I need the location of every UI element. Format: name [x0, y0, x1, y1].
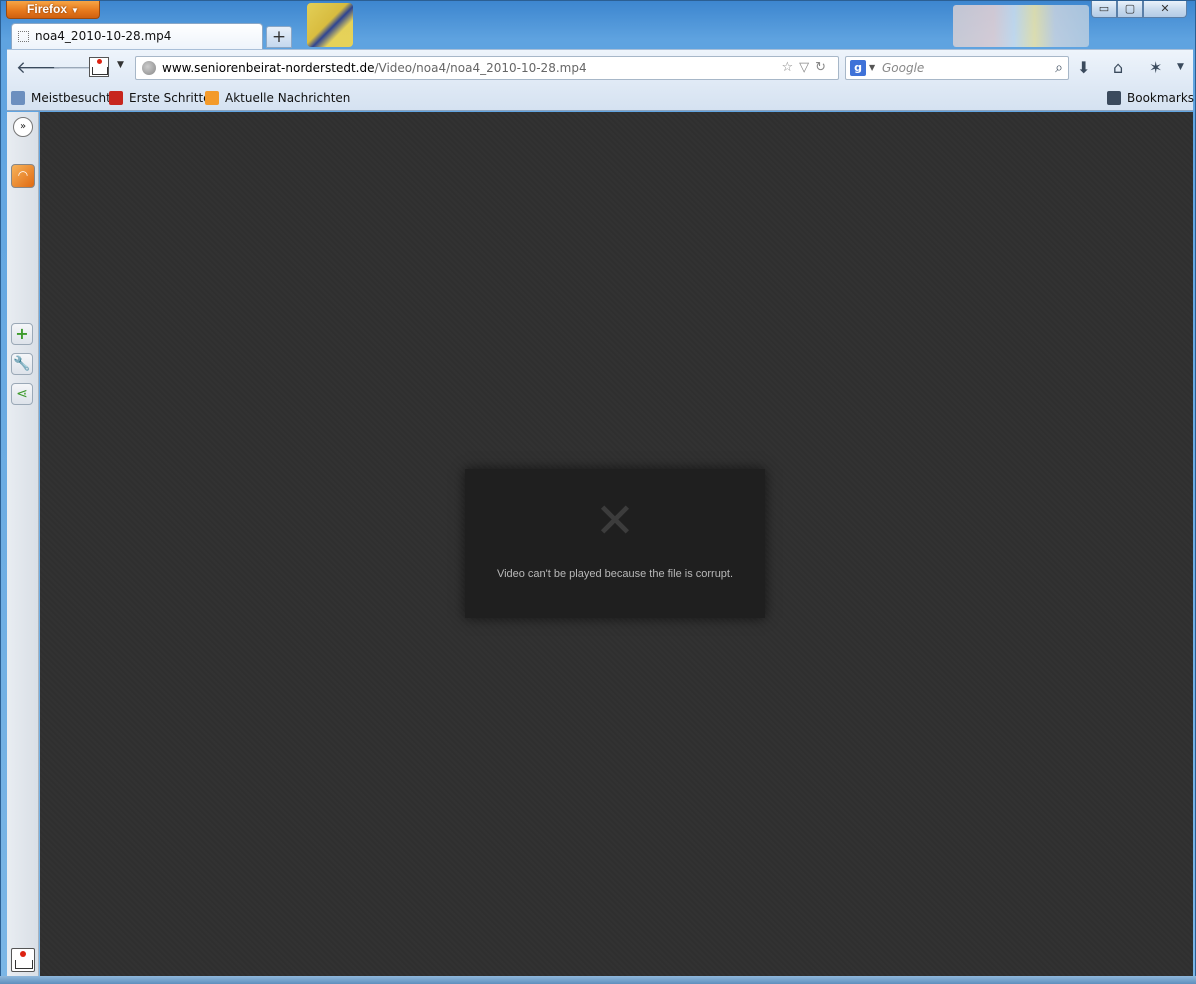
firefox-menu-label: Firefox [27, 2, 68, 16]
bookmark-label: Aktuelle Nachrichten [225, 91, 351, 105]
bookmark-news[interactable]: Aktuelle Nachrichten [205, 85, 350, 111]
error-message: Video can't be played because the file i… [496, 568, 734, 580]
search-engine-caret-icon[interactable]: ▼ [869, 57, 875, 79]
tab-strip: noa4_2010-10-28.mp4 + [7, 23, 1193, 49]
history-dropdown-icon[interactable]: ▼ [117, 60, 124, 70]
bookmark-most-visited[interactable]: Meistbesucht [11, 85, 111, 111]
url-host: www.seniorenbeirat-norderstedt.de [162, 61, 375, 75]
home-icon[interactable]: ⌂ [1113, 58, 1123, 77]
error-x-icon: ✕ [594, 493, 636, 549]
video-content-area: ✕ Video can't be played because the file… [40, 112, 1193, 977]
menu-caret-icon[interactable]: ▼ [1177, 62, 1184, 72]
tab-label: noa4_2010-10-28.mp4 [35, 29, 172, 43]
new-tab-button[interactable]: + [266, 26, 292, 48]
bookmark-label: Meistbesucht [31, 91, 111, 105]
url-tools[interactable]: ☆▽↻ [781, 57, 832, 79]
addon-icon[interactable]: ✶ [1149, 58, 1162, 77]
globe-icon [142, 61, 156, 75]
rss-feed-icon[interactable]: ◠ [11, 164, 35, 188]
star-icon[interactable]: ☆ [781, 60, 799, 75]
minimize-button[interactable]: ▭ [1091, 1, 1117, 18]
search-placeholder: Google [882, 61, 925, 75]
bookmark-label: Erste Schritte [129, 91, 211, 105]
wrench-icon[interactable]: 🔧 [11, 353, 33, 375]
firefox-icon [109, 91, 123, 105]
navigation-toolbar: 🡐 🡒 ▼ www.seniorenbeirat-norderstedt.de/… [7, 49, 1193, 85]
taskbar [0, 976, 1196, 984]
share-icon[interactable]: ⋖ [11, 383, 33, 405]
close-button[interactable]: ✕ [1143, 1, 1187, 18]
browser-window: Firefox ▼ ▭ ▢ ✕ noa4_2010-10-28.mp4 + 🡐 🡒… [0, 0, 1196, 984]
search-icon[interactable]: ⌕ [1055, 57, 1063, 79]
google-icon[interactable]: g [850, 60, 866, 76]
caret-down-icon: ▼ [71, 6, 79, 15]
tab-video[interactable]: noa4_2010-10-28.mp4 [11, 23, 263, 49]
url-bar[interactable]: www.seniorenbeirat-norderstedt.de/Video/… [135, 56, 839, 80]
dropdown-icon[interactable]: ▽ [799, 60, 815, 75]
bookmarks-toolbar: Meistbesucht Erste Schritte Aktuelle Nac… [7, 85, 1194, 111]
most-visited-icon [11, 91, 25, 105]
bookmarks-menu-label: Bookmarks [1127, 91, 1195, 105]
download-icon[interactable]: ⬇ [1077, 58, 1090, 77]
window-controls: ▭ ▢ ✕ [1091, 1, 1187, 19]
bookmark-getting-started[interactable]: Erste Schritte [109, 85, 211, 111]
firefox-menu-button[interactable]: Firefox ▼ [6, 1, 100, 19]
title-bar: Firefox ▼ ▭ ▢ ✕ [1, 1, 1196, 47]
reload-icon[interactable]: ↻ [815, 60, 832, 75]
side-toolbar: » ◠ + 🔧 ⋖ [7, 112, 39, 977]
expand-chevron-icon[interactable]: » [13, 117, 33, 137]
maximize-button[interactable]: ▢ [1117, 1, 1143, 18]
reader-icon[interactable] [89, 57, 109, 77]
reader-sidebar-icon[interactable] [11, 948, 35, 972]
bookmarks-star-icon [1107, 91, 1121, 105]
add-icon[interactable]: + [11, 323, 33, 345]
rss-icon [205, 91, 219, 105]
bookmarks-menu-button[interactable]: Bookmarks [1107, 85, 1194, 111]
video-error-box: ✕ Video can't be played because the file… [465, 469, 765, 618]
search-bar[interactable]: g ▼ Google ⌕ [845, 56, 1069, 80]
url-path: /Video/noa4/noa4_2010-10-28.mp4 [374, 61, 587, 75]
page-icon [18, 31, 29, 42]
